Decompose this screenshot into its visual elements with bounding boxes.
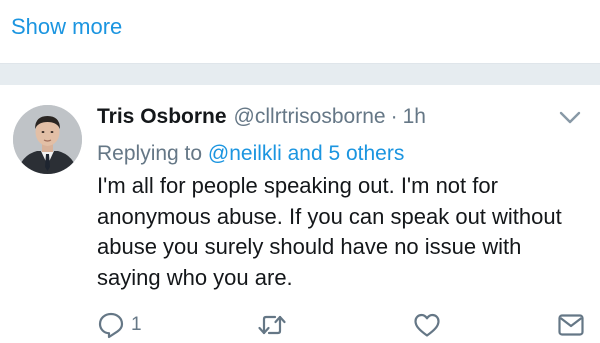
section-separator bbox=[0, 63, 600, 85]
author-name[interactable]: Tris Osborne bbox=[97, 102, 227, 132]
envelope-icon bbox=[557, 312, 585, 338]
tweet[interactable]: Tris Osborne @cllrtrisosborne · 1h Reply… bbox=[0, 85, 600, 343]
tweet-header: Tris Osborne @cllrtrisosborne · 1h bbox=[97, 102, 426, 132]
tweet-actions: 1 bbox=[97, 311, 587, 339]
replying-prefix: Replying to bbox=[97, 142, 203, 165]
replying-mentions-link[interactable]: @neilkli and 5 others bbox=[208, 142, 404, 165]
direct-message-button[interactable] bbox=[557, 311, 585, 339]
reply-icon bbox=[97, 311, 125, 339]
author-handle[interactable]: @cllrtrisosborne bbox=[234, 102, 386, 132]
retweet-button[interactable] bbox=[257, 311, 287, 339]
retweet-icon bbox=[257, 311, 287, 339]
replying-to: Replying to @neilkli and 5 others bbox=[97, 139, 404, 169]
avatar[interactable] bbox=[13, 105, 82, 174]
reply-button[interactable]: 1 bbox=[97, 311, 142, 339]
like-button[interactable] bbox=[413, 311, 441, 339]
header-separator: · bbox=[390, 105, 398, 128]
tweet-text: I'm all for people speaking out. I'm not… bbox=[97, 173, 562, 290]
chevron-down-icon[interactable] bbox=[558, 109, 582, 127]
show-more-link[interactable]: Show more bbox=[11, 13, 122, 41]
reply-count: 1 bbox=[131, 314, 142, 335]
timestamp[interactable]: 1h bbox=[403, 102, 426, 132]
heart-icon bbox=[413, 311, 441, 339]
